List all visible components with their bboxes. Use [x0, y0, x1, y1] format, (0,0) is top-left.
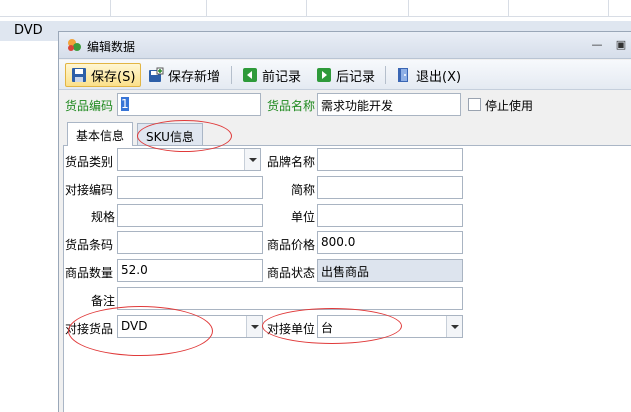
prev-record-label: 前记录 — [262, 69, 302, 85]
grid-line — [0, 16, 631, 17]
dock-unit-label: 对接单位 — [267, 322, 316, 336]
toolbar-divider — [385, 66, 386, 84]
barcode-label: 货品条码 — [65, 238, 114, 252]
barcode-input[interactable] — [117, 231, 263, 254]
category-select[interactable] — [117, 148, 261, 171]
save-button[interactable]: 保存(S) — [65, 63, 142, 87]
short-name-input[interactable] — [317, 176, 463, 199]
short-name-label: 简称 — [291, 183, 316, 197]
dock-code-label: 对接编码 — [65, 183, 114, 197]
arrow-left-icon — [242, 67, 258, 83]
status-label: 商品状态 — [267, 266, 316, 280]
edit-dialog: 编辑数据 — ▣ 保存(S) 保存新增 前记录 后记录 退出(X) 货品编码 1… — [58, 31, 631, 412]
code-input[interactable]: 1 — [117, 93, 261, 116]
dialog-title: 编辑数据 — [87, 40, 136, 54]
unit-label: 单位 — [291, 210, 316, 224]
chevron-down-icon[interactable] — [246, 316, 262, 337]
dock-unit-value: 台 — [321, 321, 334, 335]
exit-button[interactable]: 退出(X) — [391, 63, 466, 87]
disable-label: 停止使用 — [485, 99, 534, 113]
next-record-label: 后记录 — [336, 69, 376, 85]
exit-label: 退出(X) — [416, 69, 462, 85]
next-record-button[interactable]: 后记录 — [311, 63, 380, 87]
dock-goods-select[interactable]: DVD — [117, 315, 263, 338]
chevron-down-icon[interactable] — [446, 316, 462, 337]
brand-input[interactable] — [317, 148, 463, 171]
save-new-icon — [148, 67, 164, 83]
floppy-disk-icon — [71, 67, 87, 83]
code-value: 1 — [121, 97, 129, 111]
save-new-button[interactable]: 保存新增 — [143, 63, 225, 87]
toolbar-divider — [231, 66, 232, 84]
tab-basic[interactable]: 基本信息 — [67, 122, 134, 146]
dialog-titlebar[interactable]: 编辑数据 — ▣ — [59, 32, 631, 59]
grid-line — [206, 0, 207, 16]
arrow-right-icon — [316, 67, 332, 83]
disable-checkbox[interactable] — [468, 98, 481, 111]
dock-goods-label: 对接货品 — [65, 322, 114, 336]
grid-line — [408, 0, 409, 16]
minimize-icon[interactable]: — — [591, 39, 603, 51]
grid-line — [508, 0, 509, 16]
dock-code-input[interactable] — [117, 176, 263, 199]
save-new-label: 保存新增 — [168, 69, 221, 85]
grid-line — [306, 0, 307, 16]
unit-input[interactable] — [317, 204, 463, 227]
code-label: 货品编码 — [65, 99, 114, 113]
prev-record-button[interactable]: 前记录 — [237, 63, 306, 87]
grid-line — [608, 0, 609, 16]
spec-input[interactable] — [117, 204, 263, 227]
dock-unit-select[interactable]: 台 — [317, 315, 463, 338]
save-label: 保存(S) — [91, 69, 136, 85]
toolbar: 保存(S) 保存新增 前记录 后记录 退出(X) — [59, 60, 631, 90]
exit-door-icon — [396, 67, 412, 83]
price-label: 商品价格 — [267, 238, 316, 252]
price-input[interactable]: 800.0 — [317, 231, 463, 254]
name-label: 货品名称 — [267, 99, 316, 113]
qty-input[interactable]: 52.0 — [117, 259, 263, 282]
table-cell: DVD — [14, 23, 43, 38]
category-label: 货品类别 — [65, 155, 114, 169]
spec-label: 规格 — [91, 210, 116, 224]
status-input: 出售商品 — [317, 259, 463, 282]
brand-label: 品牌名称 — [267, 155, 316, 169]
remark-label: 备注 — [91, 294, 116, 308]
chevron-down-icon[interactable] — [244, 149, 260, 170]
app-icon — [67, 38, 82, 52]
tab-sku[interactable]: SKU信息 — [137, 123, 203, 146]
qty-label: 商品数量 — [65, 266, 114, 280]
name-input[interactable]: 需求功能开发 — [317, 93, 461, 116]
dock-goods-value: DVD — [121, 319, 148, 333]
maximize-icon[interactable]: ▣ — [615, 39, 627, 51]
remark-input[interactable] — [117, 287, 463, 310]
grid-line — [110, 0, 111, 16]
